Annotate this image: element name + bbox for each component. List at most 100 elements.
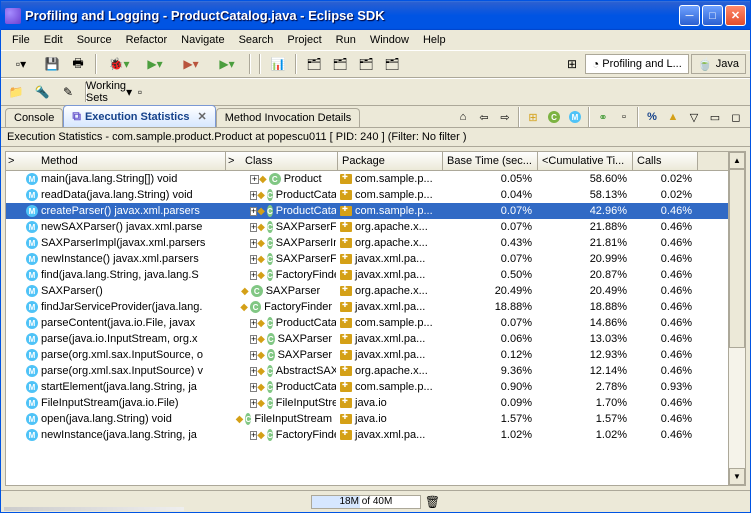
cell-package: javax.xml.pa... xyxy=(336,251,441,267)
tool-e[interactable]: 🗂 xyxy=(381,53,403,75)
table-row[interactable]: MnewInstance() javax.xml.parsers+◆CSAXPa… xyxy=(6,251,728,267)
table-row[interactable]: MreadData(java.lang.String) void+◆CProdu… xyxy=(6,187,728,203)
expand-icon[interactable]: + xyxy=(250,431,257,440)
expand-icon[interactable]: + xyxy=(250,319,257,328)
table-row[interactable]: MfindJarServiceProvider(java.lang.◆CFact… xyxy=(6,299,728,315)
minimize-button[interactable]: ─ xyxy=(679,5,700,26)
expand-icon[interactable]: + xyxy=(250,351,257,360)
col-base-time[interactable]: Base Time (sec... xyxy=(443,152,538,170)
trash-icon[interactable]: 🗑 xyxy=(425,495,440,509)
menu-file[interactable]: File xyxy=(5,32,37,48)
table-row[interactable]: Mparse(org.xml.sax.InputSource, o+◆CSAXP… xyxy=(6,347,728,363)
min-view-button[interactable]: ▭ xyxy=(705,108,725,126)
col-package[interactable]: Package xyxy=(338,152,443,170)
debug-button[interactable]: 🐞▾ xyxy=(103,53,135,75)
table-row[interactable]: Mfind(java.lang.String, java.lang.S+◆CFa… xyxy=(6,267,728,283)
percent-button[interactable]: % xyxy=(642,108,662,126)
delta-button[interactable]: ▲ xyxy=(663,108,683,126)
tab-console[interactable]: Console xyxy=(5,108,63,127)
perspective-java[interactable]: 🍵 Java xyxy=(691,54,746,74)
menu-search[interactable]: Search xyxy=(232,32,281,48)
table-row[interactable]: MstartElement(java.lang.String, ja+◆CPro… xyxy=(6,379,728,395)
menu-button[interactable]: ▽ xyxy=(684,108,704,126)
table-row[interactable]: Mparse(org.xml.sax.InputSource) v+◆CAbst… xyxy=(6,363,728,379)
memory-bar[interactable]: 18M of 40M xyxy=(311,495,421,509)
back-button[interactable]: ⇦ xyxy=(474,108,494,126)
vertical-scrollbar[interactable]: ▲ ▼ xyxy=(728,152,745,485)
working-sets-button[interactable]: Working Sets ▾ xyxy=(93,81,125,103)
expand-icon[interactable]: + xyxy=(250,399,257,408)
fwd-button[interactable]: ⇨ xyxy=(495,108,515,126)
table-row[interactable]: McreateParser() javax.xml.parsers+◆CProd… xyxy=(6,203,728,219)
menu-edit[interactable]: Edit xyxy=(37,32,70,48)
scroll-up-button[interactable]: ▲ xyxy=(729,152,745,169)
menu-run[interactable]: Run xyxy=(329,32,363,48)
expand-icon[interactable]: + xyxy=(250,207,257,216)
max-view-button[interactable]: ◻ xyxy=(726,108,746,126)
open-perspective-button[interactable]: ⊞ xyxy=(561,53,583,75)
tab-execution-statistics[interactable]: ⧉ Execution Statistics ✕ xyxy=(63,105,215,127)
new-button[interactable]: ▫▾ xyxy=(5,53,37,75)
diamond-icon: ◆ xyxy=(241,286,249,297)
tool-a[interactable]: 📊 xyxy=(267,53,289,75)
expand-icon[interactable]: + xyxy=(250,367,257,376)
expand-icon[interactable]: + xyxy=(250,255,257,264)
menu-source[interactable]: Source xyxy=(70,32,119,48)
expand-icon[interactable]: + xyxy=(250,239,257,248)
menu-help[interactable]: Help xyxy=(416,32,453,48)
col-tree[interactable]: > xyxy=(6,152,21,170)
perspective-profiling[interactable]: ◔ Profiling and L... xyxy=(585,54,689,74)
close-icon[interactable]: ✕ xyxy=(197,110,206,123)
expand-icon[interactable]: + xyxy=(250,175,259,184)
table-row[interactable]: Mopen(java.lang.String) void◆CFileInputS… xyxy=(6,411,728,427)
expand-icon[interactable]: + xyxy=(250,223,257,232)
maximize-button[interactable]: □ xyxy=(702,5,723,26)
table-row[interactable]: Mparse(java.io.InputStream, org.x+◆CSAXP… xyxy=(6,331,728,347)
save-button[interactable]: 💾 xyxy=(41,53,63,75)
method-button[interactable]: M xyxy=(565,108,585,126)
search-button[interactable]: 🔦 xyxy=(31,81,53,103)
titlebar[interactable]: Profiling and Logging - ProductCatalog.j… xyxy=(1,1,750,30)
ws-config-button[interactable]: ▫ xyxy=(129,81,151,103)
menu-refactor[interactable]: Refactor xyxy=(119,32,175,48)
table-row[interactable]: MnewInstance(java.lang.String, ja+◆CFact… xyxy=(6,427,728,443)
menu-window[interactable]: Window xyxy=(363,32,416,48)
external-tools-button[interactable]: ▶▾ xyxy=(175,53,207,75)
table-row[interactable]: MnewSAXParser() javax.xml.parse+◆CSAXPar… xyxy=(6,219,728,235)
scroll-thumb[interactable] xyxy=(729,169,745,348)
menu-project[interactable]: Project xyxy=(280,32,328,48)
table-row[interactable]: MSAXParserImpl(javax.xml.parsers+◆CSAXPa… xyxy=(6,235,728,251)
table-row[interactable]: MSAXParser()◆CSAXParserorg.apache.x...20… xyxy=(6,283,728,299)
link-button[interactable]: ⚭ xyxy=(593,108,613,126)
folder-button[interactable]: 📁 xyxy=(5,81,27,103)
home-button[interactable]: ⌂ xyxy=(453,108,473,126)
tool-d[interactable]: 🗂 xyxy=(355,53,377,75)
tab-method-invocation[interactable]: Method Invocation Details xyxy=(216,108,361,127)
table-row[interactable]: Mmain(java.lang.String[]) void+◆CProduct… xyxy=(6,171,728,187)
tool-b[interactable]: 🗂 xyxy=(303,53,325,75)
col-calls[interactable]: Calls xyxy=(633,152,698,170)
tool-c[interactable]: 🗂 xyxy=(329,53,351,75)
print-button[interactable]: 🖶 xyxy=(67,53,89,75)
scroll-track[interactable] xyxy=(729,169,745,468)
wand-button[interactable]: ✎ xyxy=(57,81,79,103)
menu-navigate[interactable]: Navigate xyxy=(174,32,231,48)
expand-icon[interactable]: + xyxy=(250,191,257,200)
col-tree2[interactable]: > xyxy=(226,152,241,170)
col-class[interactable]: Class xyxy=(241,152,338,170)
case-button[interactable]: ▫ xyxy=(614,108,634,126)
package-icon xyxy=(340,190,352,200)
class-button[interactable]: C xyxy=(544,108,564,126)
profile-button[interactable]: ▶▾ xyxy=(211,53,243,75)
window-close-button[interactable]: ✕ xyxy=(725,5,746,26)
expand-icon[interactable]: + xyxy=(250,335,257,344)
table-row[interactable]: MparseContent(java.io.File, javax+◆CProd… xyxy=(6,315,728,331)
col-cumulative-time[interactable]: <Cumulative Ti... xyxy=(538,152,633,170)
scroll-down-button[interactable]: ▼ xyxy=(729,468,745,485)
col-method[interactable]: Method xyxy=(21,152,226,170)
expand-icon[interactable]: + xyxy=(250,271,257,280)
expand-icon[interactable]: + xyxy=(250,383,257,392)
table-row[interactable]: MFileInputStream(java.io.File)+◆CFileInp… xyxy=(6,395,728,411)
run-button[interactable]: ▶▾ xyxy=(139,53,171,75)
grid-button[interactable]: ⊞ xyxy=(523,108,543,126)
